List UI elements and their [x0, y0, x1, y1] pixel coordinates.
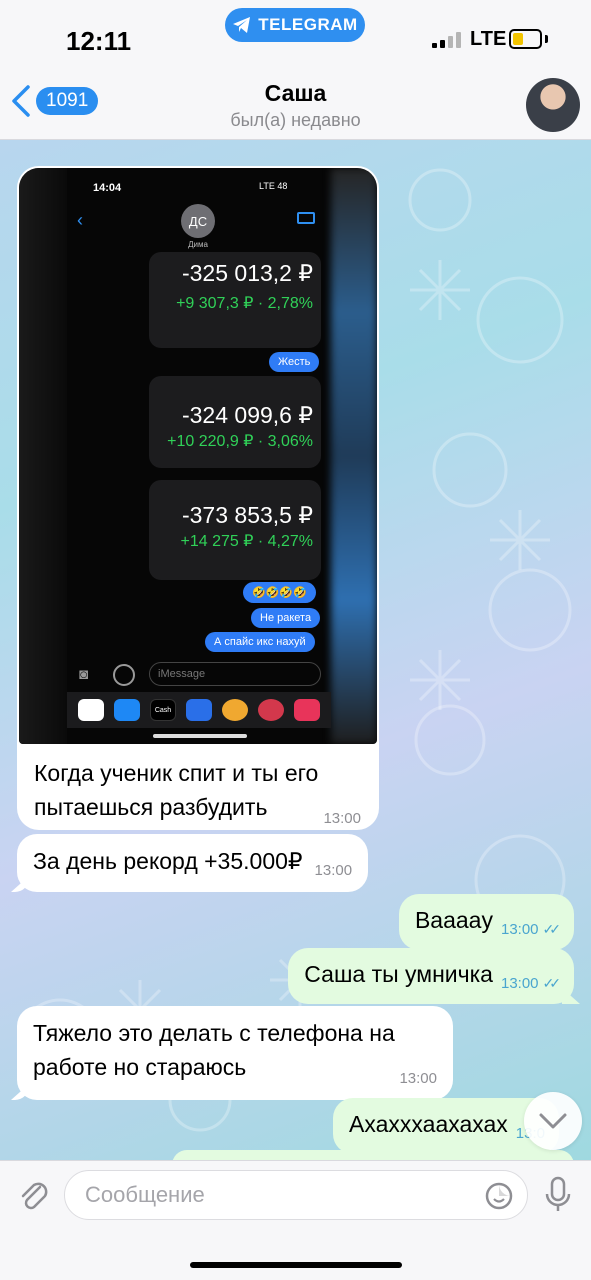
- message-text: Ахахххаахахах: [349, 1111, 508, 1137]
- sticker-app-icon: [258, 699, 284, 721]
- embedded-back-icon: ‹: [77, 210, 83, 230]
- embedded-imessage-field: iMessage: [149, 662, 321, 686]
- embedded-sent-message: 🤣🤣🤣🤣: [243, 582, 316, 603]
- status-time: 12:11: [66, 26, 132, 56]
- microphone-icon[interactable]: [542, 1175, 574, 1215]
- message-text: Когда ученик спит и ты его пытаешься раз…: [34, 760, 319, 820]
- embedded-sent-message: А спайс икс нахуй: [205, 632, 315, 652]
- message-time: 13:00: [399, 1070, 437, 1087]
- battery-icon: [509, 29, 542, 49]
- embedded-card-amount: -325 013,2 ₽: [181, 260, 313, 286]
- embedded-camera-icon: ◙: [79, 666, 89, 683]
- paperclip-icon[interactable]: [14, 1175, 54, 1215]
- embedded-sent-message: Не ракета: [251, 608, 321, 628]
- chat-title[interactable]: Саша: [0, 80, 591, 107]
- audio-app-icon: [186, 699, 212, 721]
- digital-touch-icon: [294, 699, 320, 721]
- embedded-app-drawer: Cash: [67, 692, 331, 728]
- chat-header: 1091 Саша был(а) недавно: [0, 72, 591, 140]
- embedded-input-bar: ◙ iMessage: [77, 662, 333, 688]
- embedded-card-change: +14 275 ₽ · 4,27%: [180, 533, 314, 550]
- message-input[interactable]: Сообщение: [64, 1170, 528, 1220]
- sticker-icon[interactable]: [484, 1181, 514, 1211]
- embedded-apps-icon: [113, 664, 135, 686]
- message-text: Вааааy: [414, 907, 493, 933]
- contact-avatar[interactable]: [526, 78, 580, 132]
- screenshot-photo[interactable]: 14:04 LTE 48 ‹ ДС Дима -325 013,2 ₽ +9 3…: [19, 168, 377, 744]
- appstore-icon: [114, 699, 140, 721]
- message-time: 13:00: [500, 975, 539, 992]
- status-bar: 12:11 TELEGRAM LTE: [0, 0, 591, 72]
- message-text: За день рекорд +35.000₽: [33, 848, 303, 874]
- read-checkmarks-icon: ✓✓: [542, 975, 562, 991]
- outgoing-message[interactable]: Саша ты умничка 13:00 ✓✓: [288, 948, 580, 1004]
- outgoing-message-partial: [172, 1150, 574, 1160]
- incoming-message[interactable]: Тяжело это делать с телефона на работе н…: [11, 1006, 453, 1100]
- telegram-icon: [233, 17, 251, 33]
- chevron-down-icon: [539, 1113, 567, 1129]
- chat-area[interactable]: 14:04 LTE 48 ‹ ДС Дима -325 013,2 ₽ +9 3…: [0, 140, 591, 1160]
- incoming-message[interactable]: За день рекорд +35.000₽ 13:00: [11, 834, 369, 892]
- embedded-card-change: +10 220,9 ₽ · 3,06%: [167, 433, 313, 450]
- cash-app-icon: Cash: [150, 699, 176, 721]
- embedded-phone-network: LTE 48: [259, 181, 288, 191]
- signal-icon: [432, 32, 461, 48]
- message-time: 13:00: [323, 810, 361, 827]
- embedded-phone-time: 14:04: [93, 182, 122, 194]
- embedded-card-amount: -373 853,5 ₽: [181, 502, 313, 528]
- message-text: Тяжело это делать с телефона на работе н…: [33, 1020, 395, 1080]
- embedded-contact-avatar: ДС: [181, 204, 215, 238]
- home-indicator[interactable]: [190, 1262, 402, 1268]
- photo-message[interactable]: 14:04 LTE 48 ‹ ДС Дима -325 013,2 ₽ +9 3…: [17, 166, 379, 830]
- embedded-card-change: +9 307,3 ₽ · 2,78%: [176, 295, 313, 312]
- embedded-stock-card: -325 013,2 ₽ +9 307,3 ₽ · 2,78%: [149, 252, 321, 348]
- read-checkmarks-icon: ✓✓: [542, 921, 562, 937]
- message-time: 13:00: [314, 862, 353, 879]
- embedded-sent-message: Жесть: [269, 352, 320, 372]
- embedded-card-amount: -324 099,6 ₽: [181, 402, 313, 428]
- embedded-stock-card: -324 099,6 ₽ +10 220,9 ₽ · 3,06%: [149, 376, 321, 468]
- scroll-to-bottom-button[interactable]: [524, 1092, 582, 1150]
- photos-app-icon: [78, 699, 104, 721]
- memoji-icon: [222, 699, 248, 721]
- embedded-stock-card: -373 853,5 ₽ +14 275 ₽ · 4,27%: [149, 480, 321, 580]
- message-text: Саша ты умничка: [304, 961, 493, 987]
- photo-caption: Когда ученик спит и ты его пытаешься раз…: [19, 744, 377, 827]
- embedded-contact-name: Дима: [188, 240, 208, 249]
- last-seen-status: был(а) недавно: [230, 110, 361, 130]
- network-label: LTE: [470, 28, 507, 50]
- app-pill-label: TELEGRAM: [258, 15, 358, 34]
- embedded-video-icon: [297, 212, 315, 224]
- return-to-telegram-pill[interactable]: TELEGRAM: [225, 8, 365, 42]
- outgoing-message[interactable]: Вааааy 13:00 ✓✓: [398, 894, 574, 950]
- message-time: 13:00: [500, 921, 539, 938]
